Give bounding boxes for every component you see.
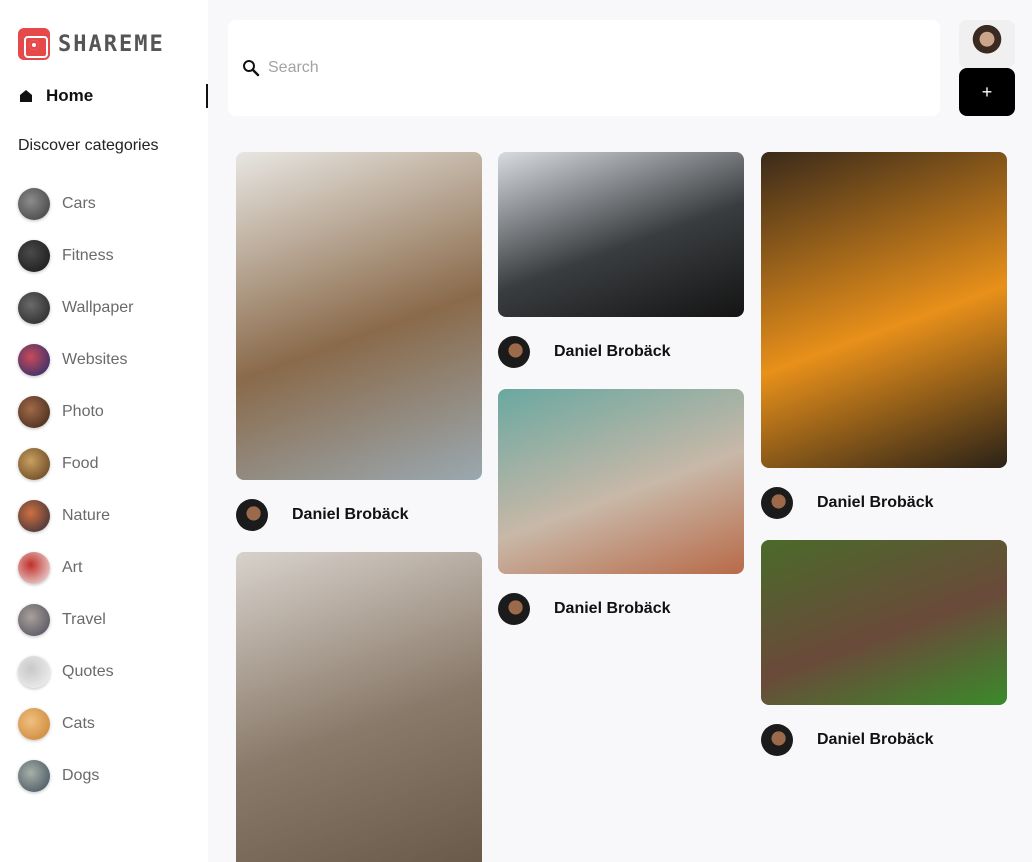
pin-author: Daniel Brobäck <box>236 480 482 550</box>
pin-card: Daniel Brobäck <box>498 152 744 387</box>
kittens-in-basket-photo[interactable] <box>761 540 1007 705</box>
quotes-thumbnail <box>18 656 50 688</box>
category-label: Travel <box>62 611 106 628</box>
discover-categories-heading: Discover categories <box>18 137 159 154</box>
category-item-wallpaper[interactable]: Wallpaper <box>18 282 198 334</box>
category-item-photo[interactable]: Photo <box>18 386 198 438</box>
category-item-travel[interactable]: Travel <box>18 594 198 646</box>
travel-thumbnail <box>18 604 50 636</box>
author-avatar[interactable] <box>498 593 530 625</box>
author-avatar[interactable] <box>761 724 793 756</box>
category-label: Websites <box>62 351 128 368</box>
logo-text: SHAREME <box>58 31 165 57</box>
camera-icon <box>18 28 50 60</box>
black-sports-car-photo[interactable] <box>498 152 744 317</box>
category-item-quotes[interactable]: Quotes <box>18 646 198 698</box>
websites-thumbnail <box>18 344 50 376</box>
category-label: Food <box>62 455 99 472</box>
author-name[interactable]: Daniel Brobäck <box>817 494 933 512</box>
category-label: Fitness <box>62 247 114 264</box>
author-name[interactable]: Daniel Brobäck <box>817 731 933 749</box>
sleeping-tabby-cat-photo[interactable] <box>236 152 482 480</box>
category-item-dogs[interactable]: Dogs <box>18 750 198 802</box>
orange-lamborghini-photo[interactable] <box>761 152 1007 468</box>
category-label: Nature <box>62 507 111 524</box>
category-item-websites[interactable]: Websites <box>18 334 198 386</box>
author-name[interactable]: Daniel Brobäck <box>554 343 670 361</box>
category-label: Art <box>62 559 83 576</box>
home-icon <box>20 90 32 102</box>
app-logo[interactable]: SHAREME <box>18 28 165 60</box>
pin-card: Daniel Brobäck <box>498 389 744 644</box>
author-avatar[interactable] <box>498 336 530 368</box>
category-label: Quotes <box>62 663 114 680</box>
author-name[interactable]: Daniel Brobäck <box>554 600 670 618</box>
user-avatar[interactable] <box>959 20 1015 68</box>
category-item-fitness[interactable]: Fitness <box>18 230 198 282</box>
nature-thumbnail <box>18 500 50 532</box>
category-item-art[interactable]: Art <box>18 542 198 594</box>
search-bar[interactable] <box>228 20 940 116</box>
cat-lying-on-floor-photo[interactable] <box>498 389 744 574</box>
author-name[interactable]: Daniel Brobäck <box>292 506 408 524</box>
smiling-cat-photo[interactable] <box>236 552 482 862</box>
nav-home-link[interactable]: Home <box>18 84 208 108</box>
cars-thumbnail <box>18 188 50 220</box>
category-label: Wallpaper <box>62 299 134 316</box>
photo-thumbnail <box>18 396 50 428</box>
art-thumbnail <box>18 552 50 584</box>
pin-card: Daniel Brobäck <box>236 152 482 550</box>
category-label: Dogs <box>62 767 100 784</box>
category-label: Cars <box>62 195 96 212</box>
pin-author: Daniel Brobäck <box>761 705 1007 775</box>
category-item-food[interactable]: Food <box>18 438 198 490</box>
dogs-thumbnail <box>18 760 50 792</box>
food-thumbnail <box>18 448 50 480</box>
cats-thumbnail <box>18 708 50 740</box>
pin-author: Daniel Brobäck <box>761 468 1007 538</box>
home-label: Home <box>46 86 94 105</box>
author-avatar[interactable] <box>761 487 793 519</box>
pin-card: Daniel Brobäck <box>761 152 1007 538</box>
category-item-nature[interactable]: Nature <box>18 490 198 542</box>
add-pin-button[interactable]: + <box>959 68 1015 116</box>
search-input[interactable] <box>268 59 868 77</box>
pin-author: Daniel Brobäck <box>498 317 744 387</box>
wallpaper-thumbnail <box>18 292 50 324</box>
sidebar: SHAREME Home Discover categories Cars Fit… <box>0 0 208 862</box>
category-item-cats[interactable]: Cats <box>18 698 198 750</box>
pin-author: Daniel Brobäck <box>498 574 744 644</box>
author-avatar[interactable] <box>236 499 268 531</box>
search-icon <box>243 60 260 77</box>
category-list: Cars Fitness Wallpaper Websites Photo Food Nat… <box>18 178 198 802</box>
category-label: Cats <box>62 715 95 732</box>
pin-card: Daniel Brobäck <box>761 540 1007 775</box>
category-label: Photo <box>62 403 104 420</box>
pin-card <box>236 552 482 862</box>
category-item-cars[interactable]: Cars <box>18 178 198 230</box>
fitness-thumbnail <box>18 240 50 272</box>
